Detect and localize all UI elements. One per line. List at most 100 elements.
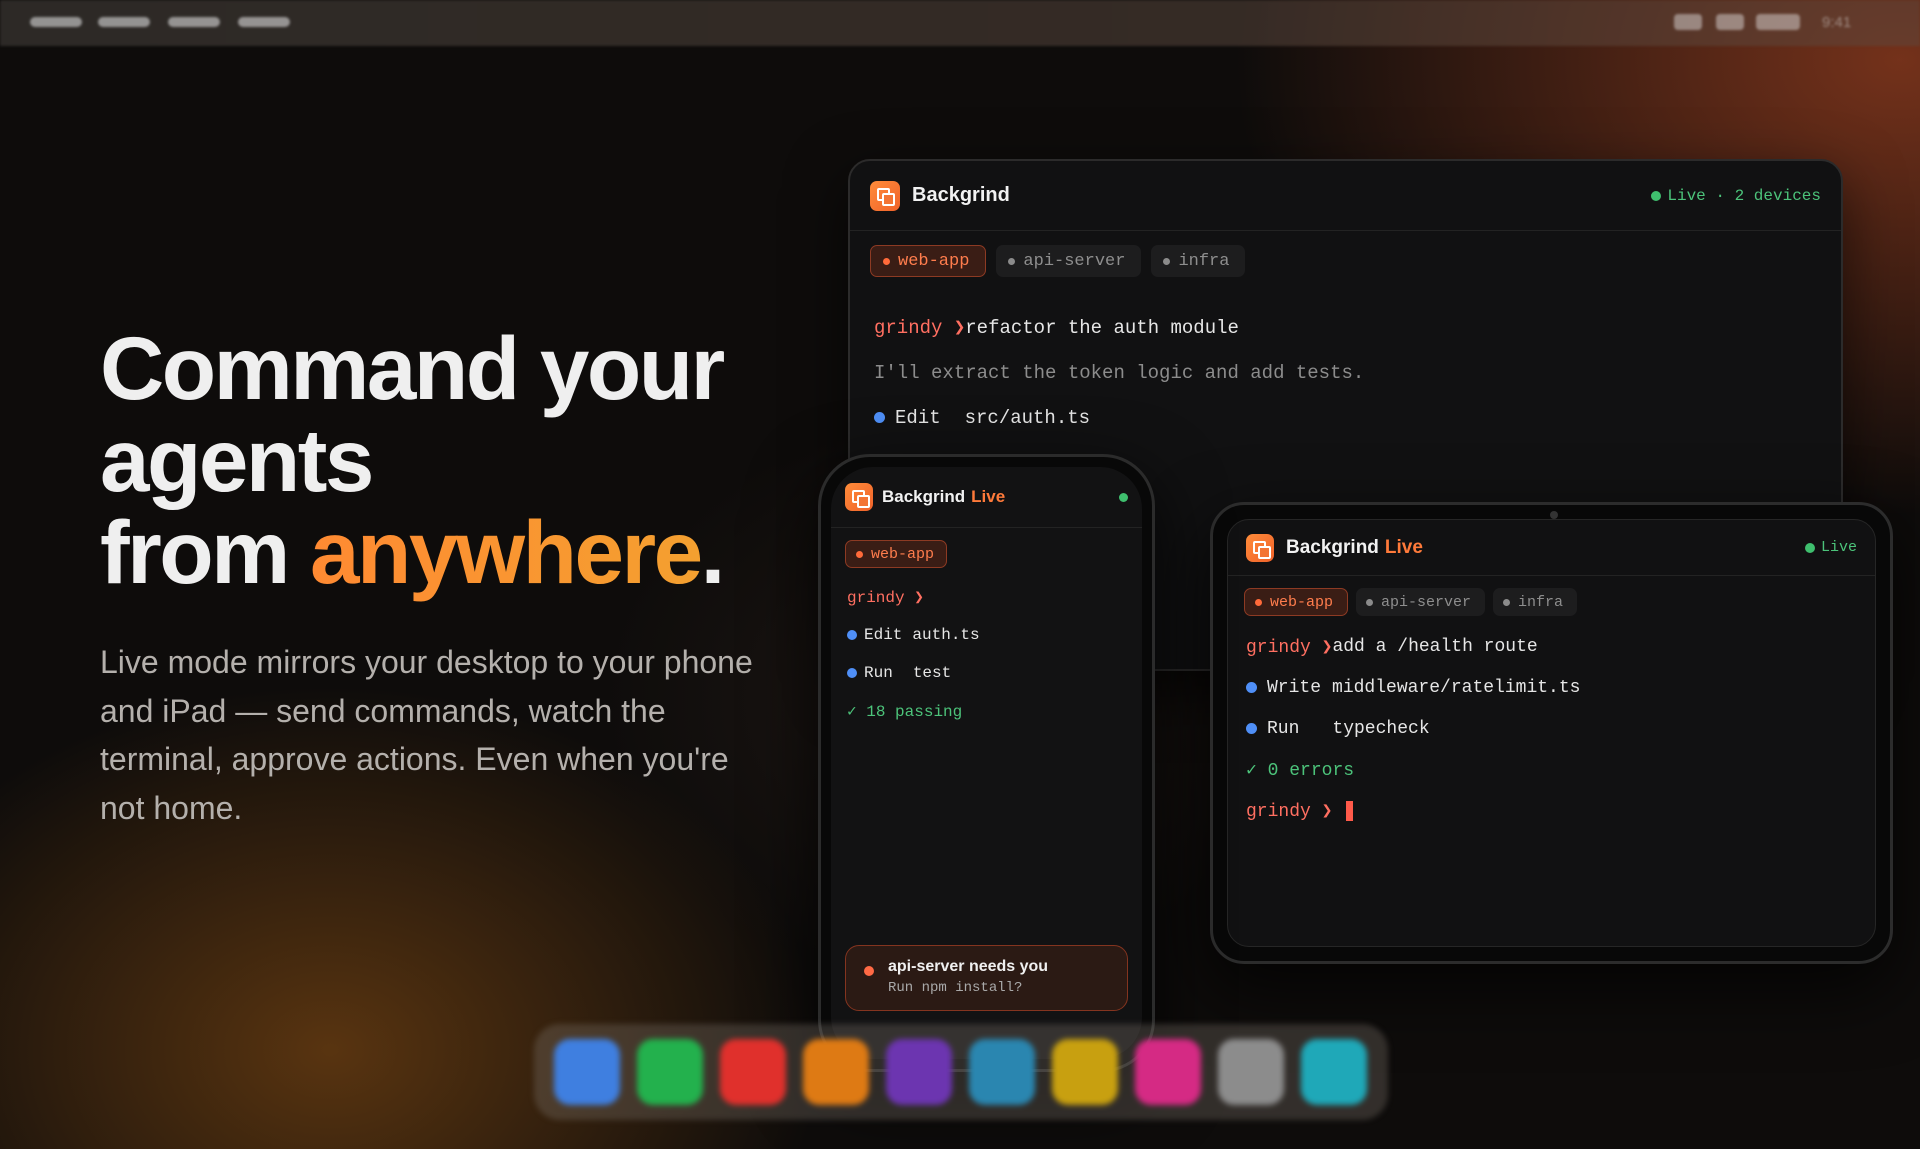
tool-call-dot-icon <box>1246 723 1257 734</box>
tab-api-server[interactable]: api-server <box>996 245 1142 277</box>
control-center-icon[interactable] <box>1716 14 1744 30</box>
app-name: Backgrind <box>912 184 1010 206</box>
window-header: Backgrind Live <box>831 467 1142 528</box>
camera-icon <box>1550 511 1558 519</box>
approval-notification[interactable]: api-server needs you Run npm install? <box>845 945 1128 1011</box>
dock-app-icon[interactable] <box>637 1039 703 1105</box>
terminal-line: Edit src/auth.ts <box>874 395 1817 440</box>
menu-clock: 9:41 <box>1822 14 1852 31</box>
live-status: Live · 2 devices <box>1651 187 1821 205</box>
tool-call-dot-icon <box>874 412 885 423</box>
tool-verb: Edit <box>895 406 941 429</box>
tool-target: auth.ts <box>912 626 980 644</box>
terminal-line: Run test <box>847 654 1126 692</box>
live-label: Live <box>971 487 1006 506</box>
tab-status-dot-icon <box>1503 598 1511 606</box>
tab-infra[interactable]: infra <box>1151 245 1246 277</box>
menu-item-placeholder[interactable] <box>238 17 290 27</box>
tool-target: test <box>912 664 952 682</box>
dock-app-icon[interactable] <box>886 1039 952 1105</box>
dock-app-icon[interactable] <box>803 1039 869 1105</box>
session-tabs: web-app <box>831 528 1142 568</box>
tab-status-dot-icon <box>1366 598 1374 606</box>
menu-item-placeholder[interactable] <box>98 17 150 27</box>
dock-app-icon[interactable] <box>1052 1039 1118 1105</box>
live-status-text: Live <box>1820 539 1857 556</box>
backgrind-logo-icon <box>1246 533 1274 562</box>
hero-title-suffix: . <box>700 502 726 602</box>
window-header: Backgrind Live Live <box>1228 520 1875 576</box>
result-text: ✓ 18 passing <box>847 703 963 721</box>
dock-app-icon[interactable] <box>1218 1039 1284 1105</box>
terminal-line: Write middleware/ratelimit.ts <box>1246 667 1857 708</box>
tab-status-dot-icon <box>1008 257 1016 265</box>
dock-app-icon[interactable] <box>1301 1039 1367 1105</box>
terminal-command: refactor the auth module <box>965 316 1239 339</box>
tab-status-dot-icon <box>856 550 863 558</box>
menu-item-placeholder[interactable] <box>168 17 220 27</box>
phone-screen: Backgrind Live web-app grindy ❯ Edit auth.… <box>831 467 1142 1059</box>
app-name-text: Backgrind <box>1286 536 1379 558</box>
phone-device: Backgrind Live web-app grindy ❯ Edit auth.… <box>818 454 1155 1072</box>
tab-label: api-server <box>1023 251 1126 271</box>
tab-label: web-app <box>871 545 935 563</box>
terminal-line: Edit auth.ts <box>847 616 1126 654</box>
tool-call-dot-icon <box>847 668 857 678</box>
tab-api-server[interactable]: api-server <box>1356 588 1486 616</box>
tool-target: typecheck <box>1332 718 1430 739</box>
cursor-icon[interactable] <box>1346 800 1354 821</box>
terminal-output[interactable]: grindy ❯ add a /health route Write middlew… <box>1228 616 1875 831</box>
hero-subtitle: Live mode mirrors your desktop to your p… <box>100 644 753 826</box>
tool-verb: Run <box>864 664 893 682</box>
tab-infra[interactable]: infra <box>1493 588 1578 616</box>
terminal-command: add a /health route <box>1332 636 1538 657</box>
tool-verb: Run <box>1267 718 1300 739</box>
tab-label: web-app <box>898 251 970 271</box>
tool-target: src/auth.ts <box>964 406 1091 429</box>
session-tabs: web-app api-server infra <box>1228 576 1875 616</box>
ipad-screen: Backgrind Live Live web-app api-server in… <box>1227 519 1876 947</box>
dock-app-icon[interactable] <box>969 1039 1035 1105</box>
tab-status-dot-icon <box>1163 257 1171 265</box>
terminal-prompt: grindy ❯ <box>847 589 924 607</box>
agent-response: I'll extract the token logic and add tes… <box>874 361 1365 384</box>
dock-app-icon[interactable] <box>1135 1039 1201 1105</box>
app-name: Backgrind Live <box>882 487 1005 507</box>
app-name-text: Backgrind <box>882 487 966 506</box>
hero-title-prefix: from <box>100 502 310 602</box>
ipad-device: Backgrind Live Live web-app api-server in… <box>1210 502 1893 964</box>
terminal-output[interactable]: grindy ❯ Edit auth.ts Run test ✓ 18 passin… <box>831 568 1142 730</box>
hero-title-accent: anywhere <box>310 502 703 602</box>
live-status-dot-icon <box>1119 492 1128 502</box>
battery-icon[interactable] <box>1756 14 1800 30</box>
terminal-prompt: grindy ❯ <box>1246 801 1333 822</box>
live-status <box>1119 492 1128 502</box>
menu-bar: 9:41 <box>0 0 1920 46</box>
terminal-line: grindy ❯ <box>1246 790 1857 831</box>
tab-web-app[interactable]: web-app <box>845 540 948 568</box>
notification-body: Run npm install? <box>888 980 1023 996</box>
tab-web-app[interactable]: web-app <box>1244 588 1349 616</box>
tool-call-dot-icon <box>847 630 857 640</box>
dock-app-icon[interactable] <box>554 1039 620 1105</box>
tab-label: api-server <box>1381 593 1472 611</box>
tool-verb: Edit <box>864 626 903 644</box>
result-text: ✓ 0 errors <box>1246 760 1355 781</box>
tab-label: web-app <box>1270 593 1334 611</box>
tab-web-app[interactable]: web-app <box>870 245 987 277</box>
live-status-text: Live · 2 devices <box>1667 186 1821 205</box>
terminal-prompt: grindy ❯ <box>874 317 966 339</box>
dock-app-icon[interactable] <box>720 1039 786 1105</box>
live-status: Live <box>1804 539 1857 556</box>
terminal-output[interactable]: grindy ❯ refactor the auth module I'll ex… <box>850 277 1841 440</box>
app-name: Backgrind Live <box>1286 537 1423 559</box>
terminal-line: grindy ❯ <box>847 578 1126 616</box>
tab-status-dot-icon <box>1255 598 1262 606</box>
notification-dot-icon <box>864 966 874 976</box>
terminal-line: Run typecheck <box>1246 708 1857 749</box>
wifi-icon[interactable] <box>1674 14 1702 30</box>
terminal-line: I'll extract the token logic and add tes… <box>874 350 1817 395</box>
terminal-line: grindy ❯ add a /health route <box>1246 626 1857 667</box>
tool-call-dot-icon <box>1246 682 1257 693</box>
menu-item-placeholder[interactable] <box>30 17 82 27</box>
